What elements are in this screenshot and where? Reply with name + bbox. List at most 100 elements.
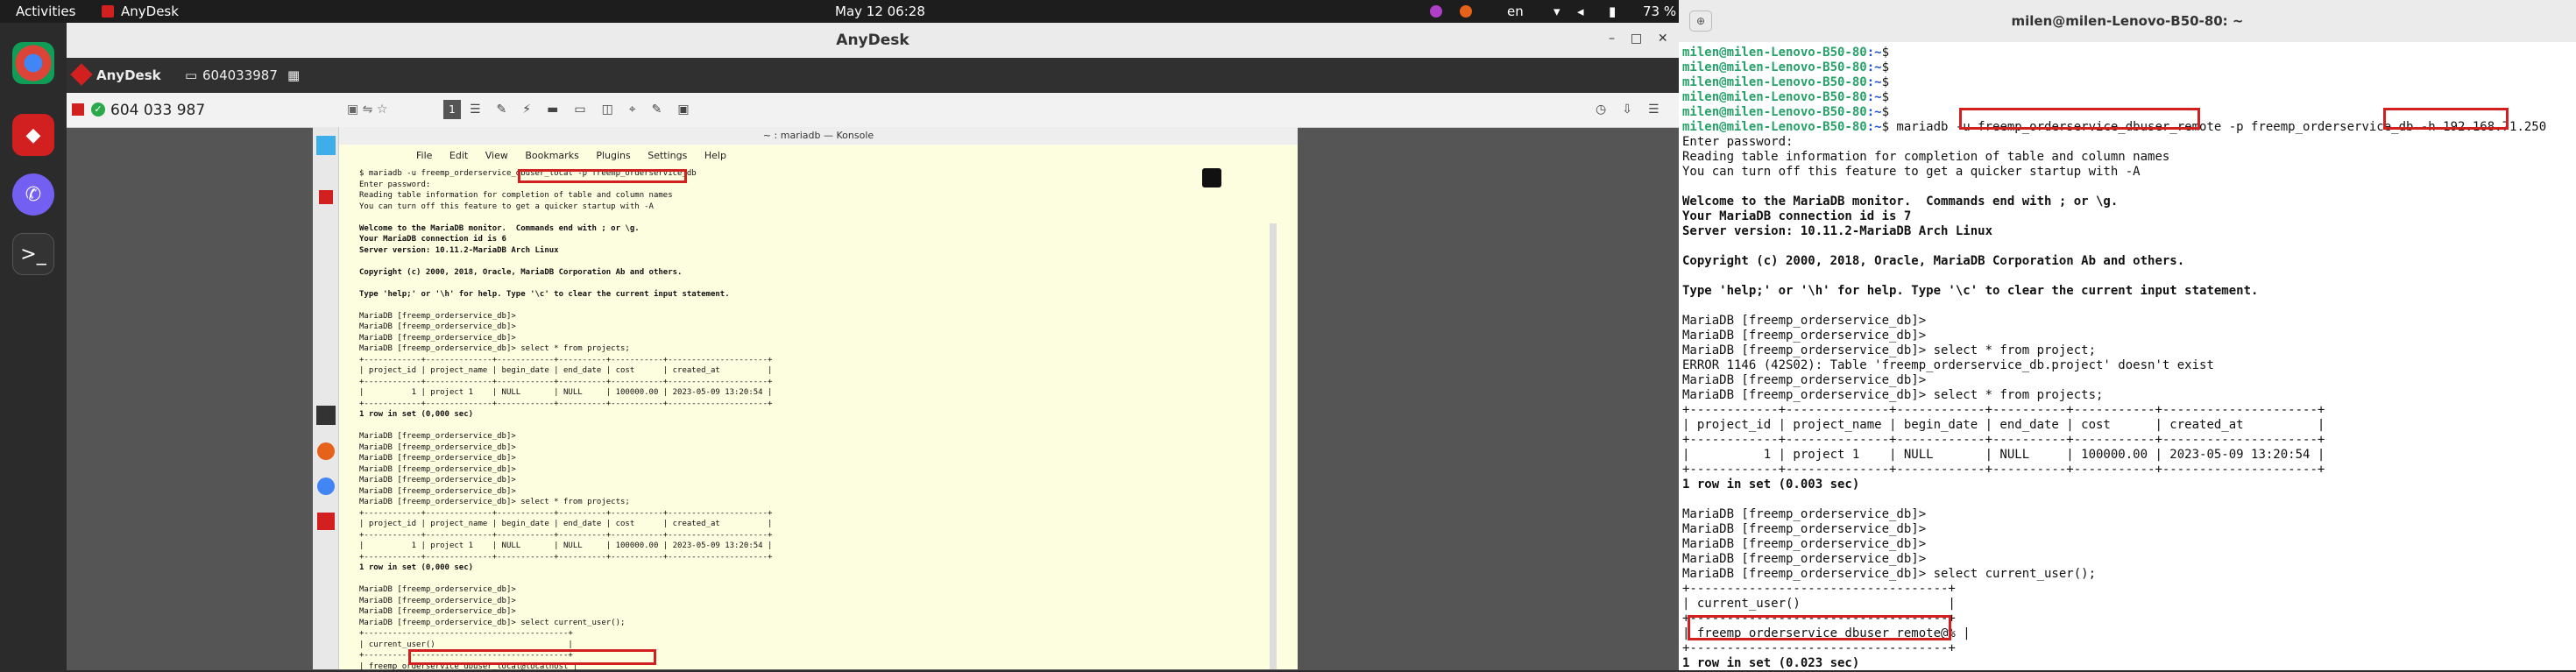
remote-anydesk-icon-2[interactable] xyxy=(317,513,335,530)
terminal-line: +-----------------------------------+ xyxy=(1682,641,2546,656)
activities-button[interactable]: Activities xyxy=(16,4,75,19)
chrome-icon[interactable] xyxy=(12,42,54,84)
terminal-line: MariaDB [freemp_orderservice_db]> xyxy=(1682,314,2546,329)
tab-session-id[interactable]: 604033987 xyxy=(202,67,278,83)
konsole-line: MariaDB [freemp_orderservice_db]> xyxy=(359,442,772,454)
terminal-line: MariaDB [freemp_orderservice_db]> xyxy=(1682,522,2546,537)
menu-plugins[interactable]: Plugins xyxy=(596,150,630,161)
terminal-line: | project_id | project_name | begin_date… xyxy=(1682,418,2546,433)
menu-file[interactable]: File xyxy=(416,150,432,161)
konsole-line: MariaDB [freemp_orderservice_db]> select… xyxy=(359,497,772,508)
tab-brand[interactable]: AnyDesk xyxy=(96,67,161,83)
remote-cursor xyxy=(1202,168,1221,187)
terminal-icon[interactable]: >_ xyxy=(12,233,54,275)
konsole-line: +------------+--------------+-----------… xyxy=(359,508,772,520)
terminal-line: Welcome to the MariaDB monitor. Commands… xyxy=(1682,195,2546,209)
konsole-line: MariaDB [freemp_orderservice_db]> xyxy=(359,333,772,344)
battery-icon[interactable]: ▮ xyxy=(1609,4,1616,19)
remote-firefox-icon[interactable] xyxy=(317,442,335,460)
highlight-remote-current-user xyxy=(1688,615,1951,640)
terminal-line: 1 row in set (0.003 sec) xyxy=(1682,477,2546,492)
terminal-line: You can turn off this feature to get a q… xyxy=(1682,165,2546,180)
remote-anydesk-icon[interactable] xyxy=(319,190,333,204)
menu-view[interactable]: View xyxy=(485,150,508,161)
terminal-line: milen@milen-Lenovo-B50-80:~$ xyxy=(1682,46,2546,60)
konsole-line: +------------+--------------+-----------… xyxy=(359,377,772,388)
prompt-user-host: milen@milen-Lenovo-B50-80 xyxy=(1682,46,1867,60)
konsole-line: Welcome to the MariaDB monitor. Commands… xyxy=(359,223,772,235)
terminal-line xyxy=(1682,239,2546,254)
prompt-command: :~$ xyxy=(1867,90,1889,104)
konsole-line xyxy=(359,300,772,311)
terminal-line: Your MariaDB connection id is 7 xyxy=(1682,209,2546,224)
konsole-line: Your MariaDB connection id is 6 xyxy=(359,234,772,245)
maximize-button[interactable]: □ xyxy=(1631,32,1642,46)
konsole-title: ~ : mariadb — Konsole xyxy=(339,127,1298,145)
minimize-button[interactable]: – xyxy=(1609,32,1615,46)
active-app-label[interactable]: AnyDesk xyxy=(121,4,179,19)
session-toolbar-icons[interactable]: ☰✎⚡▬▭◫⌖✎▣ xyxy=(470,103,705,117)
konsole-line: MariaDB [freemp_orderservice_db]> xyxy=(359,596,772,607)
prompt-command: :~$ xyxy=(1867,46,1889,60)
monitor-1-button[interactable]: 1 xyxy=(443,100,461,119)
terminal-line: Server version: 10.11.2-MariaDB Arch Lin… xyxy=(1682,224,2546,239)
konsole-line: Type 'help;' or '\h' for help. Type '\c'… xyxy=(359,289,772,301)
close-button[interactable]: ✕ xyxy=(1658,32,1668,46)
remote-kde-icon[interactable] xyxy=(316,136,336,155)
menu-bookmarks[interactable]: Bookmarks xyxy=(525,150,578,161)
konsole-line: MariaDB [freemp_orderservice_db]> xyxy=(359,431,772,442)
language-indicator[interactable]: en xyxy=(1507,4,1524,19)
terminal-line: +------------+--------------+-----------… xyxy=(1682,403,2546,418)
konsole-line: MariaDB [freemp_orderservice_db]> select… xyxy=(359,618,772,629)
wifi-icon[interactable]: ▾ xyxy=(1553,4,1560,19)
konsole-line: MariaDB [freemp_orderservice_db]> xyxy=(359,475,772,486)
konsole-line: +---------------------------------------… xyxy=(359,628,772,640)
konsole-line: MariaDB [freemp_orderservice_db]> xyxy=(359,606,772,618)
clock[interactable]: May 12 06:28 xyxy=(835,4,925,19)
konsole-line: MariaDB [freemp_orderservice_db]> xyxy=(359,464,772,476)
konsole-line: You can turn off this feature to get a q… xyxy=(359,202,772,213)
address-bar: ✓ 604 033 987 ▣ ⇋ ☆ 1 ☰✎⚡▬▭◫⌖✎▣ ◷⇩☰ xyxy=(67,93,1679,128)
prompt-command: :~$ xyxy=(1867,60,1889,74)
terminal-line: | 1 | project 1 | NULL | NULL | 100000.0… xyxy=(1682,448,2546,463)
terminal-line xyxy=(1682,492,2546,507)
konsole-line: | project_id | project_name | begin_date… xyxy=(359,519,772,530)
terminal-output: milen@milen-Lenovo-B50-80:~$milen@milen-… xyxy=(1682,46,2546,671)
right-toolbar-icons[interactable]: ◷⇩☰ xyxy=(1596,103,1675,117)
new-tab-icon[interactable]: ⊕ xyxy=(1689,11,1712,32)
tab-bar: AnyDesk ▭ 604033987 ▦ xyxy=(67,58,1679,93)
status-app-icon[interactable] xyxy=(1430,5,1442,18)
firefox-status-icon[interactable] xyxy=(1460,5,1472,18)
terminal-line: MariaDB [freemp_orderservice_db]> select… xyxy=(1682,388,2546,403)
monitor-icon: ▭ xyxy=(185,67,197,83)
menu-edit[interactable]: Edit xyxy=(449,150,468,161)
window-title: AnyDesk xyxy=(67,23,1679,58)
viber-icon[interactable]: ✆ xyxy=(12,173,54,216)
konsole-line: | project_id | project_name | begin_date… xyxy=(359,365,772,377)
terminal-line: MariaDB [freemp_orderservice_db]> xyxy=(1682,552,2546,567)
add-tab-icon[interactable]: ▦ xyxy=(287,67,300,83)
remote-terminal-icon[interactable] xyxy=(316,406,336,425)
anydesk-icon[interactable]: ◆ xyxy=(12,114,54,156)
remote-chrome-icon[interactable] xyxy=(317,477,335,495)
terminal-line: ERROR 1146 (42S02): Table 'freemp_orders… xyxy=(1682,358,2546,373)
terminal-line: +------------+--------------+-----------… xyxy=(1682,463,2546,477)
highlight-local-current-user xyxy=(408,649,656,665)
terminal-line: 1 row in set (0.023 sec) xyxy=(1682,656,2546,671)
menu-settings[interactable]: Settings xyxy=(648,150,687,161)
volume-icon[interactable]: ◂ xyxy=(1577,4,1584,19)
gnome-terminal-window: milen@milen-Lenovo-B50-80: ~ ⊕ milen@mil… xyxy=(1679,0,2576,670)
prompt-command: :~$ xyxy=(1867,105,1889,119)
konsole-line: Server version: 10.11.2-MariaDB Arch Lin… xyxy=(359,245,772,257)
menu-help[interactable]: Help xyxy=(704,150,726,161)
konsole-line: MariaDB [freemp_orderservice_db]> xyxy=(359,322,772,333)
konsole-line xyxy=(359,212,772,223)
remote-address-input[interactable]: 604 033 987 xyxy=(110,102,205,119)
konsole-scrollbar[interactable] xyxy=(1270,223,1277,669)
konsole-line: MariaDB [freemp_orderservice_db]> select… xyxy=(359,343,772,355)
konsole-line: +------------+--------------+-----------… xyxy=(359,530,772,541)
terminal-line: Reading table information for completion… xyxy=(1682,150,2546,165)
address-actions[interactable]: ▣ ⇋ ☆ xyxy=(347,103,387,117)
terminal-line: MariaDB [freemp_orderservice_db]> select… xyxy=(1682,567,2546,582)
konsole-line xyxy=(359,421,772,432)
